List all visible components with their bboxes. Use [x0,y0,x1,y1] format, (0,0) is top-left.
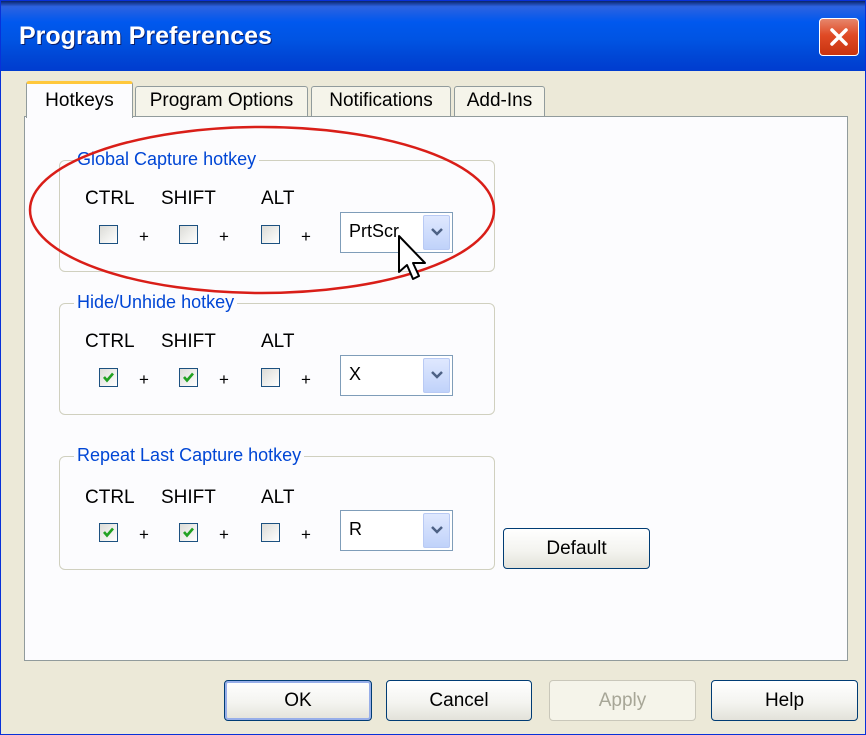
cancel-button[interactable]: Cancel [386,680,532,721]
ctrl-label: CTRL [85,331,135,352]
plus-sign: + [301,370,311,389]
preferences-window: Program Preferences Hotkeys Program Opti… [0,0,866,735]
shift-checkbox[interactable] [179,523,198,542]
ctrl-label: CTRL [85,487,135,508]
alt-label: ALT [261,331,295,352]
plus-sign: + [139,525,149,544]
key-dropdown-value: R [349,519,362,539]
help-button[interactable]: Help [711,680,858,721]
alt-checkbox[interactable] [261,523,280,542]
title-bar[interactable]: Program Preferences [1,1,865,71]
alt-label: ALT [261,188,295,209]
plus-sign: + [301,525,311,544]
hide-unhide-title: Hide/Unhide hotkey [74,292,238,313]
plus-sign: + [301,227,311,246]
global-capture-title: Global Capture hotkey [74,149,260,170]
chevron-down-icon [431,526,443,534]
key-dropdown-value: X [349,364,362,384]
tab-program-options[interactable]: Program Options [135,86,308,116]
key-dropdown[interactable]: X [340,355,453,396]
shift-checkbox[interactable] [179,225,198,244]
ctrl-checkbox[interactable] [99,368,118,387]
hide-unhide-group: Hide/Unhide hotkey CTRL SHIFT ALT + + + … [59,292,495,415]
dialog-body: Hotkeys Program Options Notifications Ad… [8,71,860,734]
hotkeys-panel: Global Capture hotkey CTRL SHIFT ALT + +… [24,116,848,661]
mouse-pointer-icon [398,235,426,280]
ok-button[interactable]: OK [224,680,372,721]
shift-label: SHIFT [161,188,216,209]
chevron-down-icon [431,371,443,379]
shift-checkbox[interactable] [179,368,198,387]
tab-hotkeys[interactable]: Hotkeys [26,81,133,118]
checkmark-icon [183,527,194,538]
alt-checkbox[interactable] [261,225,280,244]
window-title: Program Preferences [19,22,272,50]
key-dropdown[interactable]: R [340,510,453,551]
ctrl-checkbox[interactable] [99,523,118,542]
plus-sign: + [219,370,229,389]
checkmark-icon [183,372,194,383]
default-button[interactable]: Default [503,528,650,569]
close-button[interactable] [819,18,859,56]
plus-sign: + [139,227,149,246]
alt-checkbox[interactable] [261,368,280,387]
plus-sign: + [219,525,229,544]
dropdown-button[interactable] [423,513,450,548]
alt-label: ALT [261,487,295,508]
tab-add-ins[interactable]: Add-Ins [454,86,545,116]
dropdown-button[interactable] [423,358,450,393]
repeat-last-capture-title: Repeat Last Capture hotkey [74,445,305,466]
apply-button[interactable]: Apply [549,680,696,721]
chevron-down-icon [431,228,443,236]
ctrl-label: CTRL [85,188,135,209]
ctrl-checkbox[interactable] [99,225,118,244]
checkmark-icon [103,527,114,538]
key-dropdown-value: PrtScr [349,221,400,241]
close-icon [830,28,848,46]
shift-label: SHIFT [161,487,216,508]
checkmark-icon [103,372,114,383]
plus-sign: + [219,227,229,246]
shift-label: SHIFT [161,331,216,352]
repeat-last-capture-group: Repeat Last Capture hotkey CTRL SHIFT AL… [59,445,495,570]
tab-notifications[interactable]: Notifications [311,86,451,116]
plus-sign: + [139,370,149,389]
